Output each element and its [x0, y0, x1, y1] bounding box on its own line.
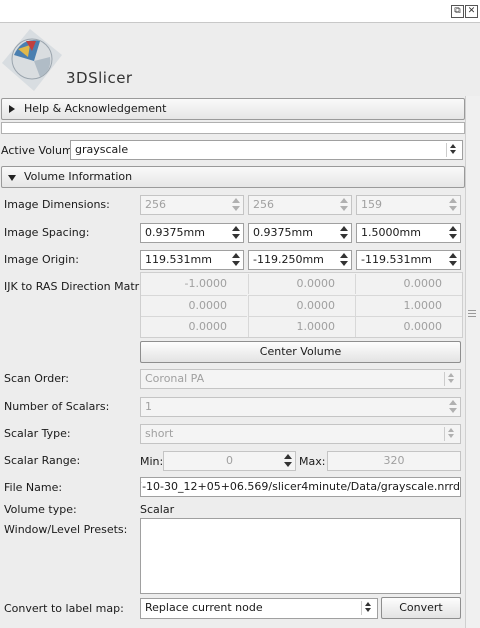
image-dimensions-label: Image Dimensions: [4, 198, 110, 211]
scalar-range-max-value: 320 [383, 454, 405, 467]
matrix-cell: 1.0000 [355, 295, 462, 316]
expand-arrow-icon [9, 105, 15, 113]
spin-arrows-icon [338, 197, 350, 213]
file-name-value: np2017-10-30_12+05+06.569/slicer4minute/… [141, 480, 460, 493]
scroll-grip-icon[interactable] [468, 310, 476, 318]
active-volume-value: grayscale [75, 143, 129, 156]
spacing-y-spinbox[interactable]: 0.9375mm [248, 223, 352, 243]
matrix-cell: 1.0000 [248, 316, 355, 337]
combo-arrow-icon [444, 427, 457, 441]
convert-button[interactable]: Convert [381, 597, 461, 619]
convert-mode-value: Replace current node [145, 601, 263, 614]
spin-arrows-icon [282, 453, 294, 469]
num-scalars-label: Number of Scalars: [4, 400, 110, 413]
spin-arrows-icon [230, 225, 242, 241]
origin-y-spinbox[interactable]: -119.250mm [248, 250, 352, 270]
matrix-cell: 0.0000 [355, 274, 462, 294]
matrix-cell: 0.0000 [248, 295, 355, 316]
dimension-z-spinbox[interactable]: 159 [356, 195, 461, 215]
dimension-y-value: 256 [253, 198, 274, 211]
close-icon[interactable]: ✕ [465, 5, 478, 18]
spin-arrows-icon [338, 225, 350, 241]
active-volume-label: Active Volume [1, 144, 80, 157]
image-origin-label: Image Origin: [4, 253, 79, 266]
scalar-type-value: short [145, 427, 174, 440]
wl-presets-label: Window/Level Presets: [4, 523, 128, 536]
spacing-y-value: 0.9375mm [253, 226, 313, 239]
scalar-type-label: Scalar Type: [4, 427, 71, 440]
matrix-cell: 0.0000 [141, 316, 247, 337]
volume-type-label: Volume type: [4, 503, 77, 516]
origin-z-value: -119.531mm [361, 253, 432, 266]
float-icon[interactable]: ⧉ [451, 5, 464, 18]
scalar-range-min-spinbox[interactable]: 0 [163, 451, 296, 471]
file-name-field[interactable]: np2017-10-30_12+05+06.569/slicer4minute/… [140, 477, 461, 497]
spacing-x-value: 0.9375mm [145, 226, 205, 239]
num-scalars-spinbox[interactable]: 1 [140, 397, 461, 417]
scan-order-combobox[interactable]: Coronal PA [140, 369, 461, 389]
vertical-scrollbar[interactable] [465, 96, 480, 628]
spin-arrows-icon [447, 197, 459, 213]
num-scalars-value: 1 [145, 400, 152, 413]
ijk-matrix-label: IJK to RAS Direction Matrix: [4, 280, 153, 293]
dimension-x-spinbox[interactable]: 256 [140, 195, 244, 215]
slicer-logo-icon [2, 29, 62, 91]
wl-presets-list[interactable] [140, 518, 461, 594]
scalar-range-min-label: Min: [140, 455, 164, 468]
matrix-cell: -1.0000 [184, 277, 227, 290]
center-volume-button[interactable]: Center Volume [140, 341, 461, 363]
scalar-range-max-label: Max: [299, 455, 326, 468]
convert-label: Convert to label map: [4, 602, 124, 615]
volume-info-section-header[interactable]: Volume Information [1, 166, 465, 188]
help-section-header[interactable]: Help & Acknowledgement [1, 98, 465, 120]
combo-arrow-icon [446, 143, 459, 157]
image-spacing-label: Image Spacing: [4, 226, 90, 239]
spin-arrows-icon [230, 197, 242, 213]
dimension-x-value: 256 [145, 198, 166, 211]
spin-arrows-icon [338, 252, 350, 268]
dimension-z-value: 159 [361, 198, 382, 211]
empty-collapsed-panel [1, 122, 465, 134]
logo-area: 3DSlicer [0, 23, 480, 95]
origin-y-value: -119.250mm [253, 253, 324, 266]
ijk-to-ras-matrix: -1.0000 0.0000 0.0000 0.0000 0.0000 1.00… [140, 272, 463, 338]
spacing-z-spinbox[interactable]: 1.5000mm [356, 223, 461, 243]
scalar-range-max-spinbox[interactable]: 320 [327, 451, 461, 471]
spacing-z-value: 1.5000mm [361, 226, 421, 239]
combo-arrow-icon [444, 372, 457, 386]
spin-arrows-icon [230, 252, 242, 268]
origin-x-spinbox[interactable]: 119.531mm [140, 250, 244, 270]
matrix-cell: 0.0000 [355, 316, 462, 337]
origin-z-spinbox[interactable]: -119.531mm [356, 250, 461, 270]
collapse-arrow-icon [8, 175, 16, 181]
combo-arrow-icon [361, 601, 374, 615]
scalar-range-label: Scalar Range: [4, 454, 81, 467]
dimension-y-spinbox[interactable]: 256 [248, 195, 352, 215]
volume-info-label: Volume Information [24, 170, 133, 183]
spin-arrows-icon [447, 399, 459, 415]
spacing-x-spinbox[interactable]: 0.9375mm [140, 223, 244, 243]
spin-arrows-icon [447, 225, 459, 241]
scan-order-value: Coronal PA [145, 372, 205, 385]
volume-type-value: Scalar [140, 503, 175, 516]
convert-mode-combobox[interactable]: Replace current node [140, 598, 378, 619]
active-volume-selector[interactable]: grayscale [70, 140, 463, 160]
origin-x-value: 119.531mm [145, 253, 212, 266]
scan-order-label: Scan Order: [4, 372, 70, 385]
matrix-cell: 0.0000 [141, 295, 247, 316]
logo-text: 3DSlicer [66, 69, 133, 87]
file-name-label: File Name: [4, 481, 63, 494]
title-bar: ⧉ ✕ [0, 0, 480, 23]
spin-arrows-icon [447, 252, 459, 268]
scalar-range-min-value: 0 [226, 454, 233, 467]
matrix-cell: 0.0000 [248, 274, 355, 294]
help-section-label: Help & Acknowledgement [24, 102, 167, 115]
scalar-type-combobox[interactable]: short [140, 424, 461, 444]
